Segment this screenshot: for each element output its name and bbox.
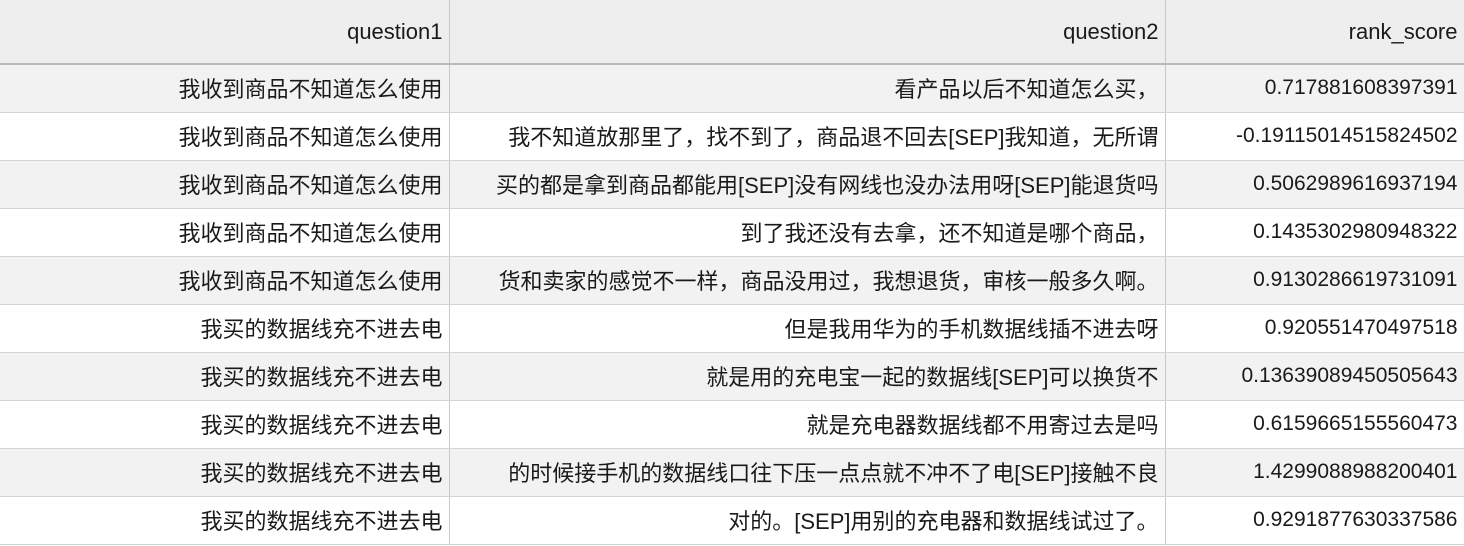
cell-rank-score[interactable]: -0.19115014515824502 — [1165, 112, 1464, 161]
cell-rank-score[interactable]: 0.6159665155560473 — [1165, 400, 1464, 449]
cell-question1[interactable]: 我收到商品不知道怎么使用 — [0, 256, 450, 305]
cell-rank-score[interactable]: 0.9130286619731091 — [1165, 256, 1464, 305]
column-header-rank-score[interactable]: rank_score — [1165, 0, 1464, 65]
cell-question2[interactable]: 对的。[SEP]用别的充电器和数据线试过了。 — [449, 496, 1166, 545]
cell-question1[interactable]: 我买的数据线充不进去电 — [0, 496, 450, 545]
cell-question1[interactable]: 我收到商品不知道怎么使用 — [0, 160, 450, 209]
cell-question2[interactable]: 我不知道放那里了，找不到了，商品退不回去[SEP]我知道，无所谓 — [449, 112, 1166, 161]
cell-rank-score[interactable]: 0.1435302980948322 — [1165, 208, 1464, 257]
cell-rank-score[interactable]: 1.4299088988200401 — [1165, 448, 1464, 497]
cell-rank-score[interactable]: 0.920551470497518 — [1165, 304, 1464, 353]
table-row[interactable]: 我买的数据线充不进去电 就是用的充电宝一起的数据线[SEP]可以换货不 0.13… — [0, 352, 1464, 401]
cell-question2[interactable]: 就是充电器数据线都不用寄过去是吗 — [449, 400, 1166, 449]
cell-question1[interactable]: 我收到商品不知道怎么使用 — [0, 208, 450, 257]
cell-question2[interactable]: 看产品以后不知道怎么买， — [449, 64, 1166, 113]
cell-question1[interactable]: 我买的数据线充不进去电 — [0, 304, 450, 353]
cell-question1[interactable]: 我收到商品不知道怎么使用 — [0, 112, 450, 161]
cell-rank-score[interactable]: 0.9291877630337586 — [1165, 496, 1464, 545]
cell-question2[interactable]: 买的都是拿到商品都能用[SEP]没有网线也没办法用呀[SEP]能退货吗 — [449, 160, 1166, 209]
table-row[interactable]: 我收到商品不知道怎么使用 货和卖家的感觉不一样，商品没用过，我想退货，审核一般多… — [0, 256, 1464, 305]
cell-rank-score[interactable]: 0.717881608397391 — [1165, 64, 1464, 113]
cell-question2[interactable]: 但是我用华为的手机数据线插不进去呀 — [449, 304, 1166, 353]
table-row[interactable]: 我买的数据线充不进去电 但是我用华为的手机数据线插不进去呀 0.92055147… — [0, 304, 1464, 353]
table-row[interactable]: 我收到商品不知道怎么使用 看产品以后不知道怎么买， 0.717881608397… — [0, 64, 1464, 113]
table-row[interactable]: 我买的数据线充不进去电 就是充电器数据线都不用寄过去是吗 0.615966515… — [0, 400, 1464, 449]
cell-question1[interactable]: 我收到商品不知道怎么使用 — [0, 64, 450, 113]
cell-question2[interactable]: 到了我还没有去拿，还不知道是哪个商品， — [449, 208, 1166, 257]
table-row[interactable]: 我买的数据线充不进去电 对的。[SEP]用别的充电器和数据线试过了。 0.929… — [0, 496, 1464, 545]
cell-question2[interactable]: 的时候接手机的数据线口往下压一点点就不冲不了电[SEP]接触不良 — [449, 448, 1166, 497]
data-table-view: question1 question2 rank_score 我收到商品不知道怎… — [0, 0, 1464, 546]
cell-question1[interactable]: 我买的数据线充不进去电 — [0, 448, 450, 497]
column-header-question2[interactable]: question2 — [449, 0, 1166, 65]
data-table: question1 question2 rank_score 我收到商品不知道怎… — [0, 0, 1464, 545]
table-row[interactable]: 我收到商品不知道怎么使用 我不知道放那里了，找不到了，商品退不回去[SEP]我知… — [0, 112, 1464, 161]
table-row[interactable]: 我买的数据线充不进去电 的时候接手机的数据线口往下压一点点就不冲不了电[SEP]… — [0, 448, 1464, 497]
header-row: question1 question2 rank_score — [0, 0, 1464, 65]
cell-rank-score[interactable]: 0.5062989616937194 — [1165, 160, 1464, 209]
column-header-question1[interactable]: question1 — [0, 0, 450, 65]
cell-question1[interactable]: 我买的数据线充不进去电 — [0, 352, 450, 401]
cell-question1[interactable]: 我买的数据线充不进去电 — [0, 400, 450, 449]
cell-question2[interactable]: 货和卖家的感觉不一样，商品没用过，我想退货，审核一般多久啊。 — [449, 256, 1166, 305]
table-row[interactable]: 我收到商品不知道怎么使用 到了我还没有去拿，还不知道是哪个商品， 0.14353… — [0, 208, 1464, 257]
cell-rank-score[interactable]: 0.13639089450505643 — [1165, 352, 1464, 401]
table-row[interactable]: 我收到商品不知道怎么使用 买的都是拿到商品都能用[SEP]没有网线也没办法用呀[… — [0, 160, 1464, 209]
cell-question2[interactable]: 就是用的充电宝一起的数据线[SEP]可以换货不 — [449, 352, 1166, 401]
